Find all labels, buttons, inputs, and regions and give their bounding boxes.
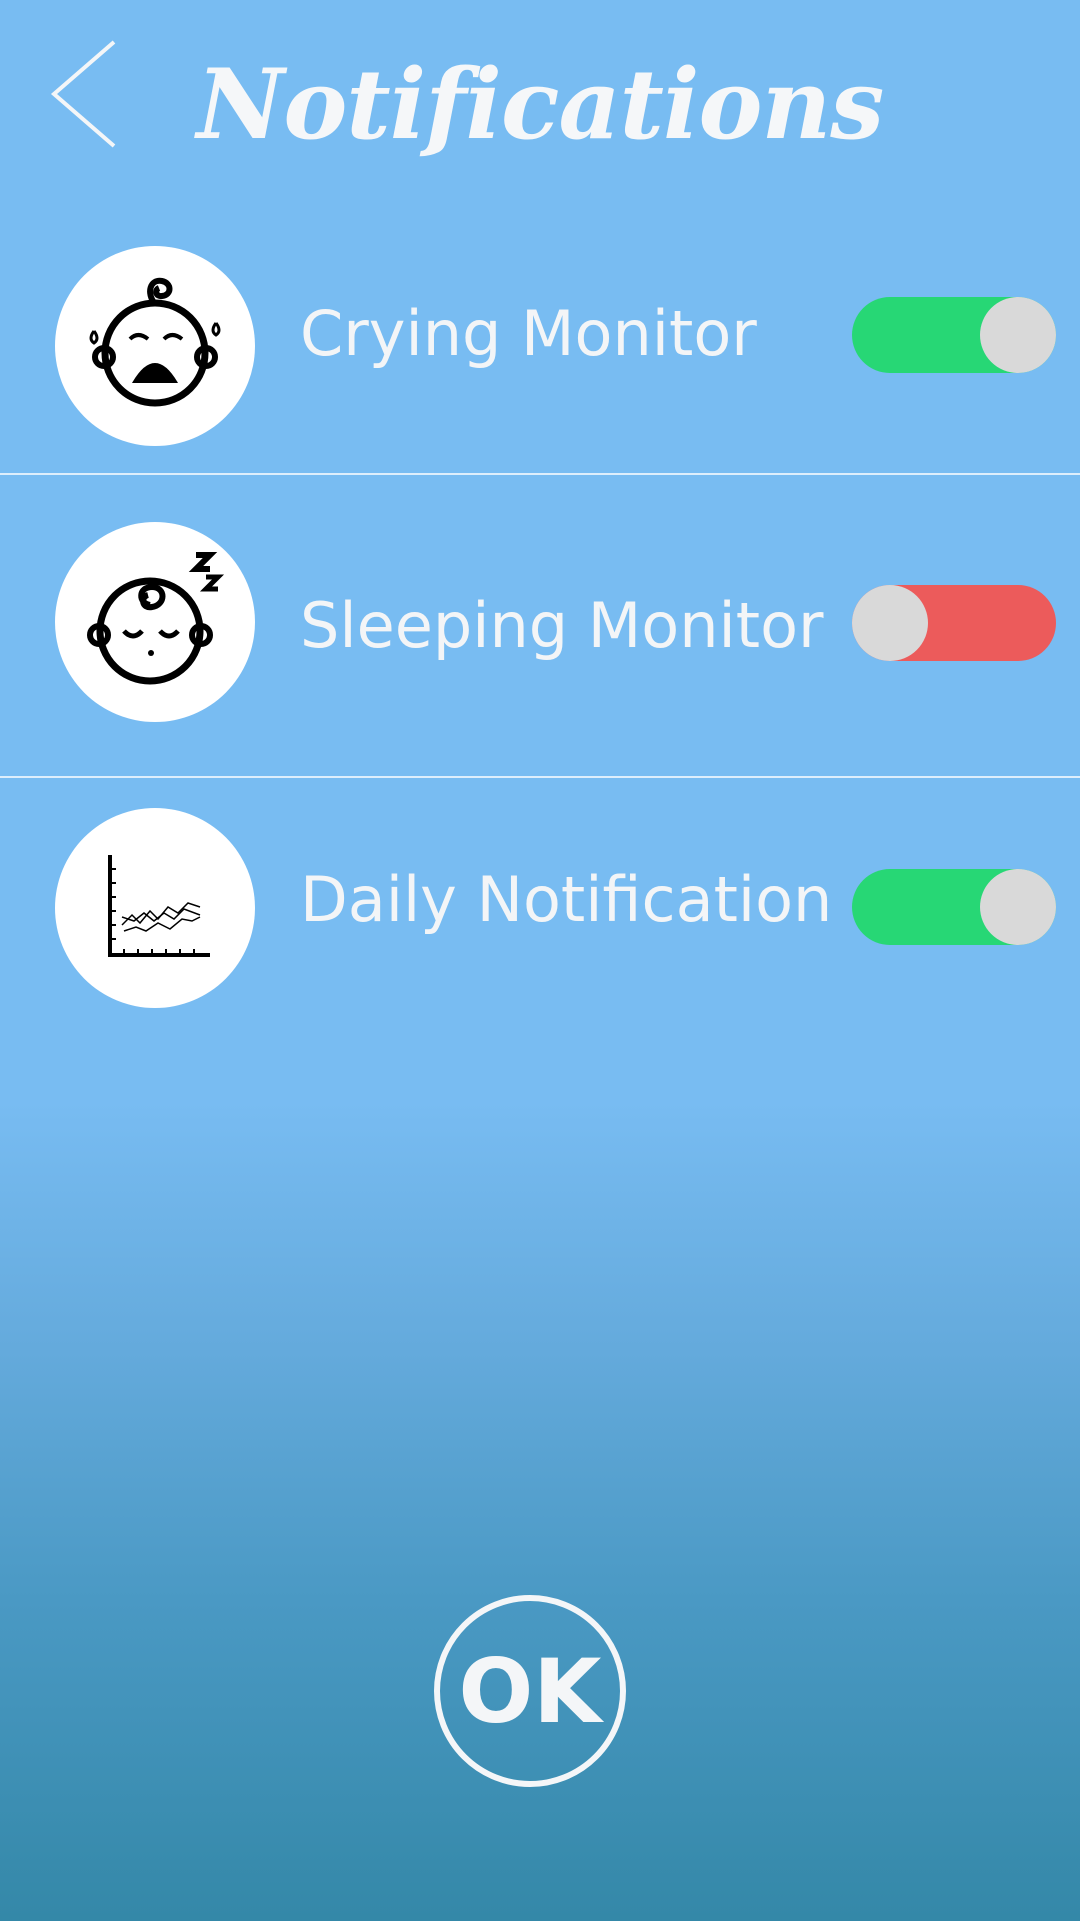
page-title: Notifications — [196, 48, 885, 161]
setting-label-daily-notification: Daily Notification — [300, 863, 833, 936]
crying-baby-icon-circle — [55, 246, 255, 446]
setting-row-crying-monitor: Crying Monitor — [0, 206, 1080, 486]
crying-baby-icon — [89, 277, 221, 407]
row-divider — [0, 473, 1080, 475]
toggle-knob — [980, 297, 1056, 373]
setting-row-sleeping-monitor: Sleeping Monitor — [0, 484, 1080, 764]
setting-label-sleeping-monitor: Sleeping Monitor — [300, 589, 824, 662]
line-chart-icon-circle — [55, 808, 255, 1008]
line-chart-icon — [108, 855, 210, 957]
sleeping-baby-icon — [87, 552, 225, 685]
sleeping-monitor-toggle[interactable] — [852, 585, 1056, 661]
daily-notification-toggle[interactable] — [852, 869, 1056, 945]
sleeping-baby-icon-circle — [55, 522, 255, 722]
row-divider — [0, 776, 1080, 778]
toggle-knob — [980, 869, 1056, 945]
setting-label-crying-monitor: Crying Monitor — [300, 297, 757, 370]
toggle-knob — [852, 585, 928, 661]
setting-row-daily-notification: Daily Notification — [0, 790, 1080, 1070]
ok-button[interactable]: OK — [434, 1595, 626, 1787]
crying-monitor-toggle[interactable] — [852, 297, 1056, 373]
